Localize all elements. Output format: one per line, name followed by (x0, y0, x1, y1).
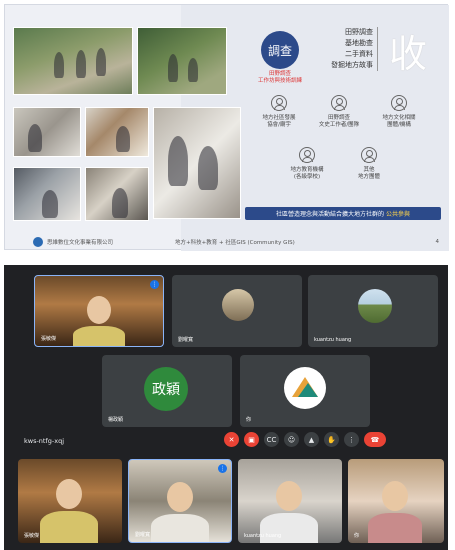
more-options-icon[interactable]: ⋮ (150, 280, 159, 289)
person-icon (271, 95, 287, 111)
photo-interview (153, 107, 241, 219)
participant-name: kuantzu huang (314, 337, 352, 343)
participant-name: 你 (354, 533, 360, 539)
participant-name: kuantzu huang (244, 533, 282, 539)
mountain-logo-icon (292, 377, 318, 397)
present-icon[interactable]: ▲ (304, 432, 319, 447)
survey-circle-label: 調查 (261, 31, 299, 69)
avatar (358, 289, 392, 323)
captions-icon[interactable]: CC (264, 432, 279, 447)
stakeholder-label: 地方文化相關 團體/機構 (382, 115, 416, 128)
mic-off-icon[interactable]: ✕ (224, 432, 239, 447)
task-item: 基地勘查 (345, 39, 373, 47)
video-call-window: ⋮ 張敏傑 劉曜寬 kuantzu huang 政穎 楊政穎 你 kws-ntf… (4, 265, 448, 550)
survey-sub-label: 田野調查 工作坊與技術訓練 (257, 71, 302, 84)
meeting-code: kws-ntfg-xqj (24, 437, 65, 445)
photo-workshop-2 (85, 107, 149, 157)
participant-name: 張敏傑 (41, 336, 57, 342)
call-controls: ✕ ▣ CC ☺ ▲ ✋ ⋮ ☎ (224, 432, 386, 447)
banner-highlight: 公共參與 (386, 211, 411, 218)
participant-tile[interactable]: kuantzu huang (308, 275, 438, 347)
participant-name: 張敏傑 (24, 533, 40, 539)
task-item: 田野調查 (345, 28, 373, 36)
participant-tile[interactable]: 政穎 楊政穎 (102, 355, 232, 427)
participant-tile[interactable]: 你 (240, 355, 370, 427)
more-options-icon[interactable]: ⋮ (218, 464, 227, 473)
stakeholder-label: 田野調查 文史工作者/團隊 (318, 115, 360, 128)
photo-computer-class-2 (85, 167, 149, 221)
person-icon (361, 147, 377, 163)
photo-river-group (13, 27, 133, 95)
avatar (222, 289, 254, 321)
survey-task-list: 田野調查 基地勘查 二手資料 發掘地方故事 (323, 27, 373, 71)
person-icon (331, 95, 347, 111)
end-call-icon[interactable]: ☎ (364, 432, 386, 447)
avatar (284, 367, 326, 409)
person-icon (391, 95, 407, 111)
participant-name: 你 (246, 417, 252, 423)
participant-tile[interactable]: 劉曜寬 (172, 275, 302, 347)
avatar: 政穎 (144, 367, 188, 411)
footer-org: 思維數位文化事業有限公司 (47, 240, 114, 246)
company-logo-icon (33, 237, 43, 247)
raise-hand-icon[interactable]: ✋ (324, 432, 339, 447)
camera-off-icon[interactable]: ▣ (244, 432, 259, 447)
stakeholder-label: 其他 地方團體 (357, 167, 380, 180)
participant-name: 劉曜寬 (178, 337, 194, 343)
participant-tile[interactable]: 張敏傑 (18, 459, 122, 543)
task-item: 發掘地方故事 (331, 61, 373, 69)
participant-tile[interactable]: ⋮ 張敏傑 (34, 275, 164, 347)
photo-workshop-1 (13, 107, 81, 157)
photo-computer-class-1 (13, 167, 81, 221)
page-number: 4 (435, 239, 440, 245)
participant-name: 劉曜寬 (135, 532, 151, 538)
participant-name: 楊政穎 (108, 417, 124, 423)
footer-center: 地方+科技+教育 + 社區GIS (Community GIS) (175, 240, 295, 246)
emoji-icon[interactable]: ☺ (284, 432, 299, 447)
person-icon (299, 147, 315, 163)
participant-tile[interactable]: 你 (348, 459, 444, 543)
banner-text: 社區營造理念與活動結合擴大地方社群的 (275, 211, 384, 218)
participant-tile[interactable]: kuantzu huang (238, 459, 342, 543)
more-options-icon[interactable]: ⋮ (344, 432, 359, 447)
task-item: 二手資料 (345, 50, 373, 58)
participation-banner: 社區營造理念與活動結合擴大地方社群的 公共參與 (245, 207, 441, 220)
photo-forest-group (137, 27, 227, 95)
participant-tile[interactable]: ⋮ 劉曜寬 (128, 459, 232, 543)
slide-footer: 思維數位文化事業有限公司 地方+科技+教育 + 社區GIS (Community… (5, 235, 449, 249)
collect-character: 收 (389, 32, 428, 76)
stakeholder-label: 地方社區發展 協會/廟宇 (262, 115, 296, 128)
stakeholder-label: 地方教育機構 (各級學校) (290, 167, 324, 180)
divider (377, 27, 378, 71)
presentation-slide: 調查 田野調查 工作坊與技術訓練 田野調查 基地勘查 二手資料 發掘地方故事 收… (4, 4, 449, 251)
